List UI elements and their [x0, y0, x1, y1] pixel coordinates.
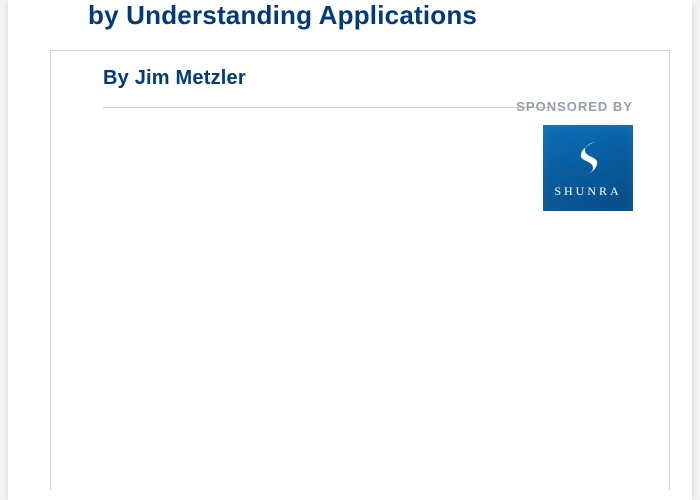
author-byline: By Jim Metzler — [103, 67, 246, 90]
document-page: by Understanding Applications By Jim Met… — [8, 0, 692, 500]
sponsored-by-label: SPONSORED BY — [516, 99, 633, 114]
document-title: by Understanding Applications — [88, 0, 477, 31]
sponsor-mark-icon — [573, 138, 603, 178]
content-frame: By Jim Metzler SPONSORED BY SHUNRA — [50, 50, 670, 490]
sponsor-name: SHUNRA — [554, 184, 621, 199]
sponsor-logo: SHUNRA — [543, 125, 633, 211]
divider-line — [103, 107, 551, 108]
